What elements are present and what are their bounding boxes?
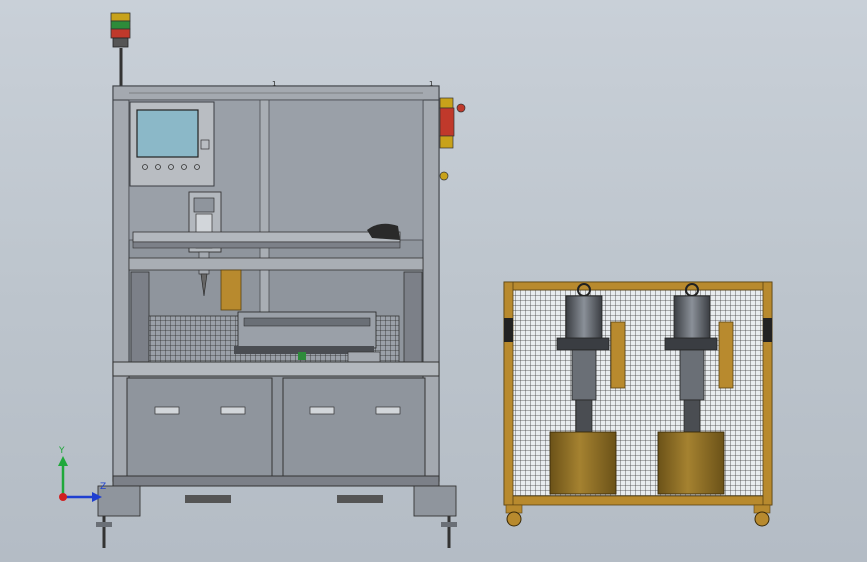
callout-1a: 1	[272, 80, 276, 88]
deck	[112, 361, 440, 377]
drawer-handle[interactable]	[375, 406, 401, 415]
material-tank	[657, 431, 725, 495]
axis-y-label: Y	[58, 446, 65, 456]
hmi-screen[interactable]	[136, 109, 199, 158]
emergency-stop[interactable]	[439, 97, 466, 181]
cabinet-door-left[interactable]	[126, 377, 273, 477]
caster-wheel	[753, 504, 771, 527]
cabinet-door-right[interactable]	[282, 377, 426, 477]
cad-drawing: 1 1 Y Z	[58, 12, 773, 548]
drawer-handle[interactable]	[154, 406, 180, 415]
main-machine: 1 1	[96, 12, 466, 548]
supply-cart	[503, 281, 773, 527]
caster-wheel	[505, 504, 523, 527]
drawer-handle[interactable]	[220, 406, 246, 415]
fixture	[237, 311, 377, 349]
drawer-handle[interactable]	[309, 406, 335, 415]
axis-z-label: Z	[100, 482, 106, 492]
status-tower-light	[110, 12, 131, 86]
material-tank	[549, 431, 617, 495]
callout-1b: 1	[429, 80, 433, 88]
hmi-touchscreen[interactable]	[129, 101, 215, 187]
